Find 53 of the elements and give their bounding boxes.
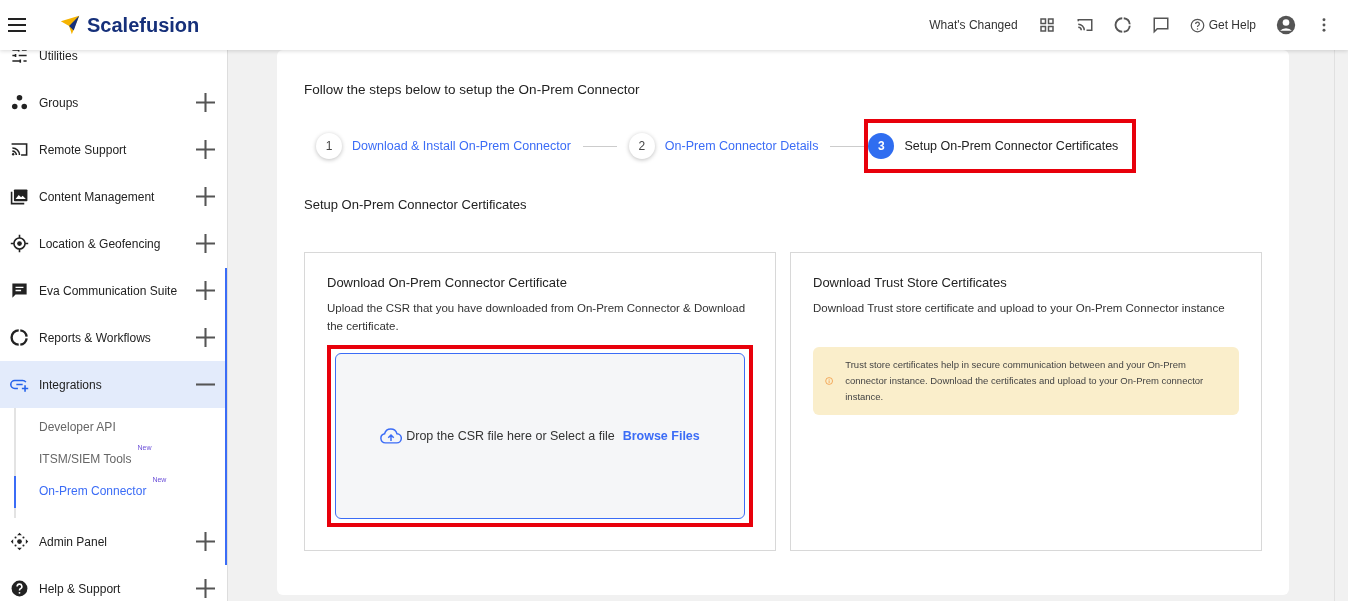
plus-icon[interactable] bbox=[196, 579, 215, 598]
step-tab[interactable]: 2 On-Prem Connector Details bbox=[616, 125, 831, 167]
panel-description: Download Trust store certificate and upload to your On-Prem Connector instance bbox=[813, 301, 1226, 316]
cloud-upload-icon bbox=[380, 428, 403, 444]
plus-icon[interactable] bbox=[196, 140, 215, 159]
plus-icon[interactable] bbox=[196, 281, 215, 300]
note-text: Trust store certificates help in secure communication between and your On-Prem connector instance. Download the certificates and upload to your On-Prem connector instance. bbox=[845, 358, 1205, 404]
plus-icon[interactable] bbox=[196, 234, 215, 253]
sliders-icon bbox=[10, 50, 29, 65]
sidebar-item[interactable]: Admin Panel bbox=[0, 518, 227, 565]
plus-icon[interactable] bbox=[196, 532, 215, 551]
section-title: Setup On-Prem Connector Certificates bbox=[304, 197, 528, 212]
chat-icon bbox=[10, 281, 29, 300]
sidebar-item[interactable]: Utilities bbox=[0, 50, 227, 79]
step-tab[interactable]: 3 Setup On-Prem Connector Certificates bbox=[864, 119, 1137, 173]
sidebar-item[interactable]: Help & Support bbox=[0, 565, 227, 601]
cast-icon[interactable] bbox=[1075, 16, 1094, 34]
intro-text: Follow the steps below to setup the On-Prem Connector bbox=[304, 82, 641, 97]
chat-icon[interactable] bbox=[1151, 16, 1170, 34]
menu-icon[interactable] bbox=[8, 18, 26, 32]
sidebar-item[interactable]: Eva Communication Suite bbox=[0, 267, 227, 314]
help-icon bbox=[10, 579, 29, 598]
plus-icon[interactable] bbox=[196, 328, 215, 347]
dots-icon bbox=[10, 93, 29, 112]
ring-icon bbox=[10, 328, 29, 347]
dropzone-text: Drop the CSR file here or Select a file bbox=[406, 429, 615, 443]
grid-icon[interactable] bbox=[1037, 16, 1056, 34]
panel-description: Upload the CSR that you have downloaded from On-Prem Connector & Download the certificate. bbox=[327, 301, 747, 334]
plus-icon[interactable] bbox=[196, 187, 215, 206]
browse-files-link[interactable]: Browse Files bbox=[622, 429, 700, 443]
images-icon bbox=[10, 187, 29, 206]
sidebar-item[interactable]: Reports & Workflows bbox=[0, 314, 227, 361]
ring-icon[interactable] bbox=[1113, 16, 1132, 34]
move-icon bbox=[10, 532, 29, 551]
panel-title: Download Trust Store Certificates bbox=[813, 275, 1008, 290]
get-help-link[interactable]: Get Help bbox=[1189, 17, 1256, 33]
plus-icon[interactable] bbox=[196, 93, 215, 112]
brand-name: Scalefusion bbox=[87, 13, 200, 37]
panel-title: Download On-Prem Connector Certificate bbox=[327, 275, 568, 290]
logo-icon bbox=[59, 14, 81, 36]
submenu-item[interactable]: Developer API bbox=[14, 412, 227, 444]
sidebar-item[interactable]: Integrations bbox=[0, 361, 227, 408]
target-icon bbox=[10, 234, 29, 253]
step-tab[interactable]: 1 Download & Install On-Prem Connector bbox=[304, 125, 583, 167]
sidebar-item[interactable]: Groups bbox=[0, 79, 227, 126]
whats-changed-link[interactable]: What's Changed bbox=[929, 18, 1018, 32]
sidebar-item[interactable]: Location & Geofencing bbox=[0, 220, 227, 267]
file-dropzone[interactable]: Drop the CSR file here or Select a file Browse Files bbox=[335, 353, 745, 519]
cast-icon bbox=[10, 140, 29, 159]
help-icon bbox=[1189, 17, 1205, 33]
sidebar-item[interactable]: Content Management bbox=[0, 173, 227, 220]
sidebar-item[interactable]: Remote Support bbox=[0, 126, 227, 173]
account-icon[interactable] bbox=[1276, 15, 1296, 35]
